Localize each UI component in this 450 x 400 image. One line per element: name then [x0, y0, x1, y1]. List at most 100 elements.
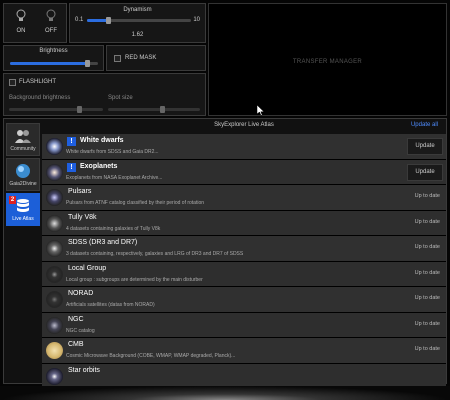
power-toggle-panel: ON OFF — [3, 3, 67, 43]
database-icon — [17, 199, 29, 212]
background-brightness-handle[interactable] — [77, 106, 82, 113]
atlas-item-7[interactable]: NGC NGC catalog Up to date — [42, 312, 446, 338]
white-dwarf-icon — [46, 138, 63, 155]
atlas-item-title: SDSS (DR3 and DR7) — [68, 239, 138, 246]
atlas-item-4[interactable]: SDSS (DR3 and DR7) 3 datasets containing,… — [42, 236, 446, 262]
atlas-item-description: Pulsars from ATNF catalog classified by … — [66, 200, 205, 206]
exoplanet-icon — [46, 163, 63, 181]
status-label: Up to date — [414, 320, 440, 327]
atlas-item-description: NGC catalog — [66, 327, 95, 334]
update-all-link[interactable]: Update all — [411, 122, 438, 128]
atlas-item-description: Local group : subgroups are determined b… — [66, 276, 203, 283]
atlas-item-6[interactable]: NORAD Artificials satellites (datas from … — [42, 287, 446, 313]
dynamism-panel: Dynamism 0.1 10 1.62 — [69, 3, 206, 43]
brightness-title: Brightness — [39, 48, 68, 54]
on-button[interactable]: ON — [8, 8, 34, 34]
star-orbits-icon — [46, 367, 63, 385]
atlas-item-title: Star orbits — [68, 366, 100, 374]
atlas-header: SkyExplorer Live Atlas Update all — [42, 119, 446, 133]
atlas-item-2[interactable]: Pulsars Pulsars from ATNF catalog classif… — [42, 185, 446, 211]
atlas-item-description: Artificials satellites (datas from NORAD… — [66, 302, 155, 308]
pulsar-icon — [46, 189, 63, 206]
status-label: Up to date — [414, 218, 440, 225]
sidebar-label-live-atlas: Live Atlas — [12, 216, 34, 222]
background-brightness-slider[interactable] — [9, 106, 103, 113]
sidebar-label-community: Community — [10, 146, 36, 152]
off-button[interactable]: OFF — [38, 8, 64, 34]
atlas-item-description: Cosmic Microwave Background (COBE, WMAP,… — [66, 353, 236, 359]
brightness-panel: Brightness — [3, 45, 104, 71]
live-atlas-badge: 2 — [9, 196, 16, 204]
satellite-icon — [46, 291, 63, 308]
status-label: Up to date — [414, 193, 440, 199]
sidebar-label-gaia2divine: Gaia2Divine — [9, 181, 37, 187]
atlas-item-title: NGC — [68, 315, 84, 323]
atlas-item-title: Local Group — [68, 264, 107, 272]
background-brightness-label: Background brightness — [9, 95, 71, 101]
flashlight-panel: FLASHLIGHT Background brightness Spot si… — [3, 73, 206, 116]
atlas-item-title: CMB — [68, 341, 84, 348]
status-label: Up to date — [414, 346, 440, 352]
brightness-slider[interactable] — [10, 60, 98, 67]
atlas-item-title: Exoplanets — [80, 162, 118, 170]
sdss-icon — [46, 240, 63, 257]
sky-view-strip — [0, 386, 450, 400]
flashlight-checkbox[interactable] — [9, 79, 16, 86]
sidebar-item-live-atlas[interactable]: 2 Live Atlas — [6, 193, 40, 226]
atlas-item-title: NORAD — [68, 290, 94, 297]
transfer-manager-panel: TRANSFER MANAGER — [208, 3, 447, 116]
atlas-list: ! White dwarfs White dwarfs from SDSS and … — [42, 134, 446, 389]
atlas-title: SkyExplorer Live Atlas — [214, 122, 274, 128]
atlas-item-title: White dwarfs — [80, 137, 124, 144]
red-mask-label: RED MASK — [125, 55, 157, 61]
atlas-item-1[interactable]: ! Exoplanets Exoplanets from NASA Exoplane… — [42, 159, 446, 185]
dynamism-min: 0.1 — [75, 17, 84, 23]
transfer-manager-label: TRANSFER MANAGER — [292, 59, 363, 65]
update-button[interactable]: Update — [407, 138, 443, 155]
brightness-handle[interactable] — [85, 60, 91, 67]
atlas-item-description: 4 datasets containing galaxies of Tully … — [66, 225, 161, 232]
update-button[interactable]: Update — [407, 163, 443, 181]
dynamism-handle[interactable] — [105, 17, 111, 24]
galaxy-icon — [46, 214, 63, 232]
update-alert-icon: ! — [67, 137, 76, 146]
status-label: Up to date — [414, 295, 440, 301]
lightbulb-off-icon — [46, 9, 56, 21]
atlas-item-5[interactable]: Local Group Local group : subgroups are d… — [42, 261, 446, 287]
sidebar-item-community[interactable]: Community — [6, 123, 40, 156]
dynamism-max: 10 — [193, 17, 200, 23]
spot-size-handle[interactable] — [160, 106, 165, 113]
sidebar-item-gaia2divine[interactable]: Gaia2Divine — [6, 158, 40, 191]
community-icon — [15, 130, 31, 143]
on-label: ON — [16, 28, 26, 34]
local-group-icon — [46, 265, 63, 283]
dynamism-slider[interactable] — [87, 17, 191, 24]
atlas-item-description: 3 datasets containing, respectively, gal… — [66, 251, 244, 257]
lightbulb-on-icon — [16, 9, 26, 21]
status-label: Up to date — [414, 244, 440, 250]
dynamism-title: Dynamism — [123, 7, 152, 13]
atlas-item-title: Tully V8k — [68, 213, 97, 221]
update-alert-icon: ! — [67, 162, 76, 172]
mouse-cursor-icon — [257, 105, 265, 116]
atlas-item-0[interactable]: ! White dwarfs White dwarfs from SDSS and … — [42, 134, 446, 160]
live-atlas-panel: SkyExplorer Live Atlas Update all Commun… — [3, 118, 447, 389]
gaia-icon — [16, 164, 30, 178]
ngc-icon — [46, 316, 63, 334]
atlas-item-3[interactable]: Tully V8k 4 datasets containing galaxies … — [42, 210, 446, 236]
off-label: OFF — [45, 28, 57, 34]
flashlight-label: FLASHLIGHT — [19, 79, 57, 85]
dynamism-fill — [87, 19, 108, 22]
red-mask-checkbox[interactable] — [114, 55, 121, 62]
dynamism-value: 1.62 — [131, 32, 144, 38]
cmb-icon — [46, 342, 63, 359]
status-label: Up to date — [414, 269, 440, 276]
spot-size-label: Spot size — [108, 95, 133, 101]
red-mask-panel: RED MASK — [106, 45, 206, 71]
atlas-item-8[interactable]: CMB Cosmic Microwave Background (COBE, WM… — [42, 338, 446, 364]
spot-size-slider[interactable] — [108, 106, 200, 113]
atlas-item-description: Exoplanets from NASA Exoplanet Archive..… — [66, 174, 163, 181]
atlas-item-description: White dwarfs from SDSS and Gaia DR2... — [66, 149, 159, 155]
brightness-fill — [10, 62, 88, 65]
atlas-item-title: Pulsars — [68, 188, 92, 195]
